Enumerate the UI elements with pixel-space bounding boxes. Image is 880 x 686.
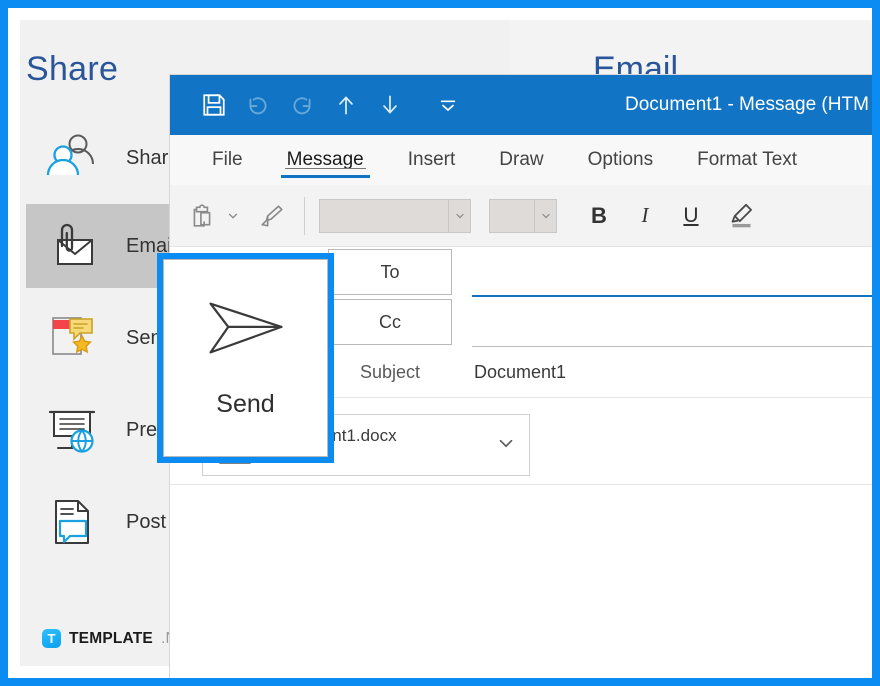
next-item-icon[interactable] [368,83,412,127]
ribbon-divider [304,197,305,235]
post-to-blog-icon [44,494,100,550]
save-icon[interactable] [192,83,236,127]
underline-button[interactable]: U [671,192,711,240]
undo-icon[interactable] [236,83,280,127]
tab-label: Insert [408,149,456,171]
subject-input[interactable]: Document1 [474,347,566,397]
message-body-editor[interactable] [170,485,872,678]
window-title-bar: Document1 - Message (HTM [170,75,872,135]
present-online-icon [44,402,100,458]
tab-message[interactable]: Message [265,135,386,185]
cc-button[interactable]: Cc [328,299,452,345]
share-people-icon [44,130,100,186]
sidebar-item-label: Post [126,511,166,534]
tab-label: Format Text [697,149,797,171]
font-name-value [320,200,448,232]
tab-format-text[interactable]: Format Text [675,135,819,185]
previous-item-icon[interactable] [324,83,368,127]
clipboard-group [182,192,292,240]
format-painter-icon[interactable] [252,192,292,240]
window-title: Document1 - Message (HTM [625,75,869,135]
send-button[interactable]: Send [163,259,328,457]
quick-access-toolbar [170,83,470,127]
text-highlight-color-icon[interactable] [721,192,761,240]
paste-icon[interactable] [182,192,222,240]
customize-quick-access-toolbar-icon[interactable] [426,83,470,127]
tab-label: Draw [499,149,543,171]
cc-input[interactable] [472,297,872,347]
font-size-dropdown[interactable] [489,199,557,233]
tab-options[interactable]: Options [566,135,675,185]
tab-label: Options [588,149,653,171]
send-button-highlight: Send [157,253,334,463]
subject-label: Subject [328,347,452,397]
redo-icon[interactable] [280,83,324,127]
bold-button[interactable]: B [579,192,619,240]
email-attachment-icon [44,218,100,274]
tab-insert[interactable]: Insert [386,135,478,185]
tab-text-underline [285,168,366,169]
tab-label: File [212,149,243,171]
chevron-down-icon[interactable] [534,200,556,232]
ribbon-tab-bar: File Message Insert Draw Options Format … [170,135,872,185]
to-input[interactable] [472,247,872,297]
font-size-value [490,200,534,232]
send-button-label: Send [216,390,274,419]
to-button[interactable]: To [328,249,452,295]
chevron-down-icon[interactable] [448,200,470,232]
page-title: Share [26,50,118,89]
page-content: Share Email Share [8,8,872,678]
attachment-dropdown-icon[interactable] [495,432,517,459]
send-paper-plane-icon [206,297,286,364]
tab-file[interactable]: File [190,135,265,185]
watermark-name: TEMPLATE [69,630,153,648]
send-fax-icon [44,310,100,366]
paste-dropdown-icon[interactable] [222,192,244,240]
italic-button[interactable]: I [625,192,665,240]
font-name-dropdown[interactable] [319,199,471,233]
screenshot-frame: Share Email Share [0,0,880,686]
template-net-logo-icon: T [42,629,61,648]
ribbon-toolbar: B I U [170,185,872,247]
tab-draw[interactable]: Draw [477,135,565,185]
